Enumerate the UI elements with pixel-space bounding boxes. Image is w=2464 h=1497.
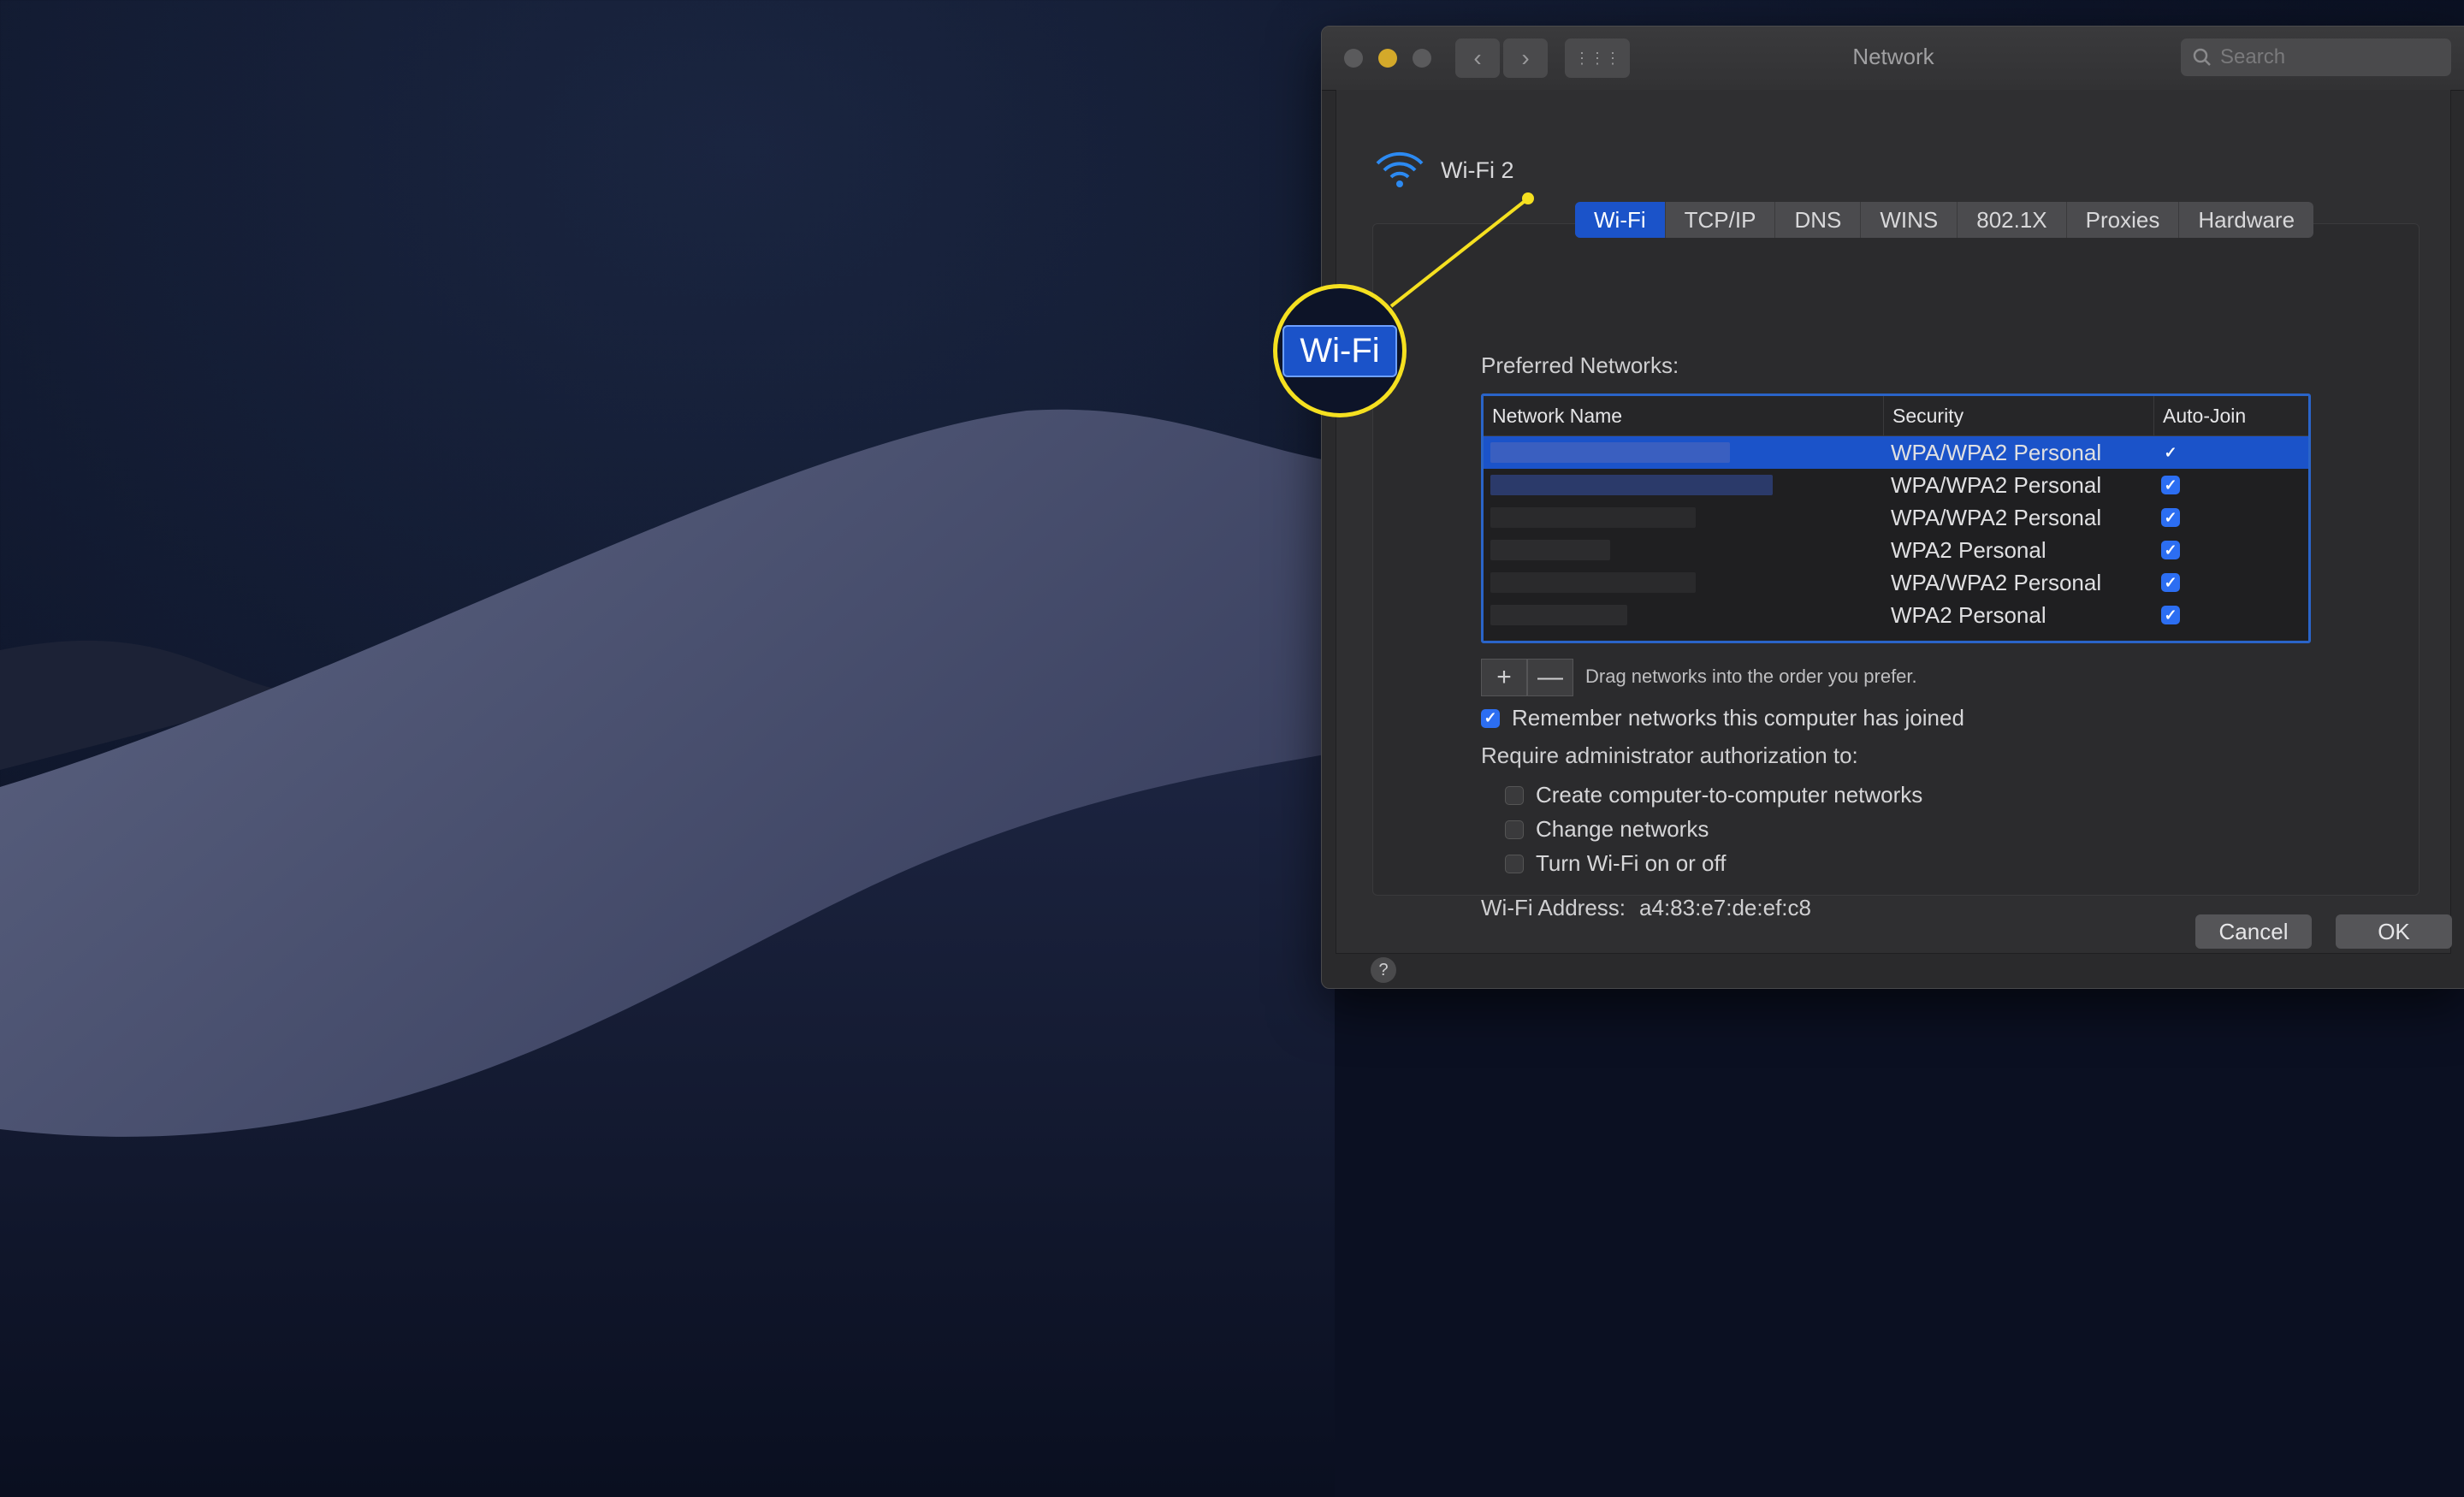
table-row[interactable]: WPA/WPA2 Personal ✓ bbox=[1484, 469, 2308, 501]
toggle-wifi-label: Turn Wi-Fi on or off bbox=[1536, 850, 1727, 876]
table-row[interactable]: WPA/WPA2 Personal ✓ bbox=[1484, 436, 2308, 469]
auto-join-cell: ✓ bbox=[2154, 469, 2303, 501]
redacted-network-name bbox=[1490, 605, 1627, 625]
auto-join-cell: ✓ bbox=[2154, 599, 2303, 631]
change-networks-option[interactable]: Change networks bbox=[1505, 816, 1709, 843]
column-auto-join[interactable]: Auto-Join bbox=[2154, 396, 2303, 435]
redacted-network-name bbox=[1490, 572, 1696, 593]
table-row[interactable]: WPA2 Personal ✓ bbox=[1484, 599, 2308, 631]
search-field[interactable]: Search bbox=[2181, 38, 2451, 76]
network-name-cell bbox=[1484, 599, 1884, 631]
wifi-address-value: a4:83:e7:de:ef:c8 bbox=[1639, 895, 1811, 920]
network-name-cell bbox=[1484, 534, 1884, 566]
cancel-button[interactable]: Cancel bbox=[2195, 914, 2312, 949]
auto-join-checkbox[interactable]: ✓ bbox=[2161, 541, 2180, 559]
table-row[interactable]: WPA/WPA2 Personal ✓ bbox=[1484, 501, 2308, 534]
remember-networks-checkbox[interactable]: ✓ bbox=[1481, 708, 1500, 728]
create-networks-option[interactable]: Create computer-to-computer networks bbox=[1505, 782, 1922, 808]
tab-hardware[interactable]: Hardware bbox=[2179, 202, 2313, 238]
network-name-cell bbox=[1484, 469, 1884, 501]
auto-join-cell: ✓ bbox=[2154, 566, 2303, 599]
auto-join-checkbox[interactable]: ✓ bbox=[2161, 573, 2180, 592]
change-networks-label: Change networks bbox=[1536, 816, 1709, 842]
auto-join-cell: ✓ bbox=[2154, 534, 2303, 566]
tab-dns[interactable]: DNS bbox=[1775, 202, 1862, 238]
tab-wifi[interactable]: Wi-Fi bbox=[1575, 202, 1666, 238]
create-networks-label: Create computer-to-computer networks bbox=[1536, 782, 1923, 808]
auto-join-checkbox[interactable]: ✓ bbox=[2161, 476, 2180, 494]
auto-join-checkbox[interactable]: ✓ bbox=[2161, 443, 2180, 462]
security-cell: WPA/WPA2 Personal bbox=[1891, 569, 2102, 595]
title-bar: ‹ › ⋮⋮⋮ Network Search bbox=[1322, 27, 2464, 91]
drag-hint: Drag networks into the order you prefer. bbox=[1585, 666, 1917, 687]
search-icon bbox=[2193, 48, 2211, 66]
remember-networks-label: Remember networks this computer has join… bbox=[1512, 705, 1964, 731]
table-row[interactable]: WPA/WPA2 Personal ✓ bbox=[1484, 566, 2308, 599]
tab-proxies[interactable]: Proxies bbox=[2067, 202, 2180, 238]
search-placeholder: Search bbox=[2220, 45, 2286, 68]
add-network-button[interactable]: + bbox=[1481, 659, 1527, 696]
column-security[interactable]: Security bbox=[1884, 396, 2154, 435]
create-networks-checkbox[interactable] bbox=[1505, 785, 1524, 805]
preferred-networks-label: Preferred Networks: bbox=[1481, 352, 1679, 378]
redacted-network-name bbox=[1490, 475, 1773, 495]
network-name-cell bbox=[1484, 501, 1884, 534]
wifi-address: Wi-Fi Address: a4:83:e7:de:ef:c8 bbox=[1481, 895, 1811, 921]
preferences-content: Wi-Fi 2 Wi-Fi TCP/IP DNS WINS 802.1X Pro… bbox=[1336, 90, 2452, 983]
security-cell: WPA/WPA2 Personal bbox=[1891, 471, 2102, 498]
toggle-wifi-checkbox[interactable] bbox=[1505, 854, 1524, 873]
redacted-network-name bbox=[1490, 540, 1610, 560]
remove-network-button[interactable]: — bbox=[1527, 659, 1573, 696]
security-cell: WPA/WPA2 Personal bbox=[1891, 504, 2102, 530]
wifi-icon bbox=[1376, 151, 1424, 187]
security-cell: WPA/WPA2 Personal bbox=[1891, 439, 2102, 465]
auto-join-cell: ✓ bbox=[2154, 501, 2303, 534]
table-row[interactable]: WPA2 Personal ✓ bbox=[1484, 534, 2308, 566]
tab-tcpip[interactable]: TCP/IP bbox=[1666, 202, 1776, 238]
auto-join-cell: ✓ bbox=[2154, 436, 2303, 469]
interface-header: Wi-Fi 2 bbox=[1374, 151, 1513, 189]
toggle-wifi-option[interactable]: Turn Wi-Fi on or off bbox=[1505, 850, 1727, 877]
wifi-tab-callout: Wi-Fi bbox=[1273, 284, 1407, 417]
remember-networks-option[interactable]: ✓ Remember networks this computer has jo… bbox=[1481, 705, 1964, 731]
interface-name: Wi-Fi 2 bbox=[1441, 157, 1514, 183]
ok-button[interactable]: OK bbox=[2336, 914, 2452, 949]
network-name-cell bbox=[1484, 436, 1884, 469]
security-cell: WPA2 Personal bbox=[1891, 601, 2046, 628]
help-button[interactable]: ? bbox=[1371, 957, 1396, 983]
require-admin-label: Require administrator authorization to: bbox=[1481, 743, 1858, 768]
auto-join-checkbox[interactable]: ✓ bbox=[2161, 508, 2180, 527]
tab-bar: Wi-Fi TCP/IP DNS WINS 802.1X Proxies Har… bbox=[1575, 202, 2314, 238]
add-remove-control: + — bbox=[1481, 659, 1573, 696]
tab-8021x[interactable]: 802.1X bbox=[1958, 202, 2067, 238]
auto-join-checkbox[interactable]: ✓ bbox=[2161, 606, 2180, 624]
security-cell: WPA2 Personal bbox=[1891, 536, 2046, 563]
wifi-address-label: Wi-Fi Address: bbox=[1481, 895, 1626, 920]
callout-label: Wi-Fi bbox=[1282, 324, 1397, 377]
tab-wins[interactable]: WINS bbox=[1861, 202, 1958, 238]
network-name-cell bbox=[1484, 566, 1884, 599]
table-header: Network Name Security Auto-Join bbox=[1484, 396, 2308, 436]
change-networks-checkbox[interactable] bbox=[1505, 820, 1524, 839]
redacted-network-name bbox=[1490, 442, 1730, 463]
preferred-networks-table[interactable]: Network Name Security Auto-Join WPA/WPA2… bbox=[1481, 393, 2311, 643]
settings-panel: Wi-Fi TCP/IP DNS WINS 802.1X Proxies Har… bbox=[1372, 202, 2420, 920]
redacted-network-name bbox=[1490, 507, 1696, 528]
column-network-name[interactable]: Network Name bbox=[1484, 396, 1884, 435]
network-preferences-window: ‹ › ⋮⋮⋮ Network Search Wi-Fi 2 Wi-Fi TCP… bbox=[1321, 26, 2464, 989]
